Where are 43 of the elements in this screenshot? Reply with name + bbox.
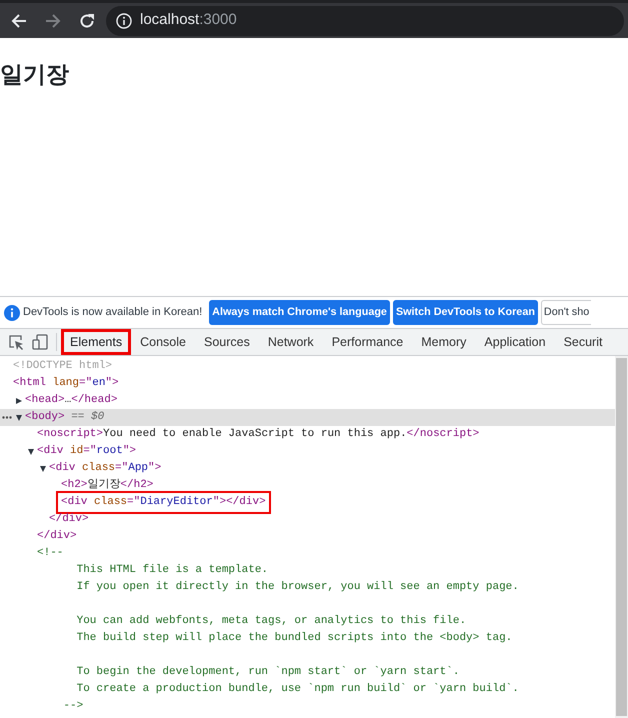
code-line: --> [63,699,84,714]
expanded-triangle-icon[interactable] [28,448,34,454]
code-line[interactable]: <div class="DiaryEditor"></div> [58,493,269,512]
code-line: To begin the development, run `npm start` or `yarn start`. [76,665,460,680]
code-line[interactable]: </div> [37,528,77,545]
code-line[interactable]: <head>…</head> [25,392,118,409]
device-icon[interactable] [32,334,48,350]
devtools-tab[interactable]: Application [475,329,555,355]
code-line: The build step will place the bundled scripts into the <body> tag. [76,631,512,646]
devtools-tab[interactable]: Elements [61,329,132,355]
dismiss-button[interactable]: Don't sho [540,300,592,325]
code-line: To create a production bundle, use `npm run build` or `yarn build`. [76,682,519,698]
page-heading: 일기장 [0,61,70,89]
devtools-tab[interactable]: Network [258,329,323,355]
code-line: You can add webfonts, meta tags, or analytics to this file. [76,614,466,630]
reload-icon[interactable] [79,12,95,28]
devtools-tab[interactable]: Memory [412,329,476,355]
code-line: This HTML file is a template. [76,563,268,578]
info-icon [4,304,20,320]
code-line[interactable]: <noscript>You need to enable JavaScript to run this app.</noscript> [37,426,480,443]
expanded-triangle-icon[interactable] [40,466,46,472]
code-line[interactable]: </div> [49,511,89,528]
code-line: If you open it directly in the browser, you will see an empty page. [76,580,519,596]
ellipsis-icon[interactable] [2,416,12,419]
code-line[interactable]: <div id="root"> [37,443,136,460]
expanded-triangle-icon[interactable] [16,414,22,420]
devtools-tab[interactable]: Sources [194,329,259,355]
code-line[interactable]: <h2>일기장</h2> [61,477,154,494]
info-icon[interactable] [116,12,132,28]
banner-button[interactable]: Switch DevTools to Korean [392,300,538,325]
devtools-tab[interactable]: Console [131,329,195,355]
banner-message: DevTools is now available in Korean! [23,305,202,320]
devtools-tab[interactable]: Performance [322,329,412,355]
banner-button[interactable]: Always match Chrome's language [209,300,390,325]
devtools-tab[interactable]: Securit [554,329,612,355]
code-line: <!-- [37,546,64,562]
code-line[interactable]: <body> == $0 [25,409,104,426]
back-icon[interactable] [11,12,27,28]
url-text[interactable]: localhost:3000 [140,9,237,32]
inspect-icon[interactable] [8,334,24,350]
code-line[interactable]: <div class="App"> [49,460,162,477]
scrollbar[interactable] [615,356,628,718]
code-line[interactable]: <html lang="en"> [13,375,119,392]
